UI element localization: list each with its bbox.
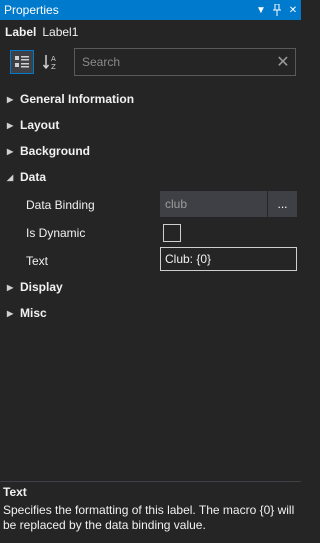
dropdown-arrow-icon[interactable]: ▼ bbox=[253, 1, 269, 19]
properties-titlebar: Properties ▼ ✕ bbox=[0, 0, 301, 20]
expand-arrow-icon[interactable]: ▶ bbox=[7, 95, 20, 104]
text-value-input[interactable]: Club: {0} bbox=[160, 247, 297, 271]
category-label: Display bbox=[20, 280, 63, 294]
category-display[interactable]: ▶ Display bbox=[0, 274, 301, 300]
close-icon[interactable]: ✕ bbox=[285, 1, 301, 19]
description-pane: Text Specifies the formatting of this la… bbox=[0, 481, 301, 543]
property-is-dynamic: Is Dynamic bbox=[0, 218, 301, 246]
category-label: Misc bbox=[20, 306, 47, 320]
sort-alphabetical-icon: A Z bbox=[42, 55, 56, 71]
category-data[interactable]: ◢ Data bbox=[0, 164, 301, 190]
expand-arrow-icon[interactable]: ▶ bbox=[7, 147, 20, 156]
alphabetical-view-button[interactable]: A Z bbox=[39, 50, 63, 74]
expand-arrow-icon[interactable]: ▶ bbox=[7, 309, 20, 318]
category-general-information[interactable]: ▶ General Information bbox=[0, 86, 301, 112]
data-binding-value: club bbox=[165, 197, 188, 211]
property-name: Text bbox=[26, 254, 49, 268]
search-input[interactable]: Search bbox=[75, 55, 271, 69]
property-data-binding: Data Binding club ... bbox=[0, 190, 301, 218]
category-layout[interactable]: ▶ Layout bbox=[0, 112, 301, 138]
data-binding-browse-button[interactable]: ... bbox=[267, 191, 297, 217]
object-name: Label1 bbox=[42, 25, 79, 39]
properties-toolbar: A Z Search ✕ bbox=[0, 44, 301, 78]
categorized-view-button[interactable] bbox=[10, 50, 34, 74]
category-misc[interactable]: ▶ Misc bbox=[0, 300, 301, 326]
property-name: Data Binding bbox=[26, 198, 95, 212]
category-label: Background bbox=[20, 144, 91, 158]
category-label: Data bbox=[20, 170, 47, 184]
property-grid: ▶ General Information ▶ Layout ▶ Backgro… bbox=[0, 86, 301, 326]
search-box[interactable]: Search ✕ bbox=[74, 48, 296, 76]
property-text: Text Club: {0} bbox=[0, 246, 301, 274]
category-label: General Information bbox=[20, 92, 135, 106]
categorized-view-icon bbox=[15, 56, 29, 68]
selected-object-row: Label Label1 bbox=[0, 20, 301, 44]
panel-title: Properties bbox=[4, 3, 59, 17]
object-type: Label bbox=[5, 25, 37, 39]
pin-icon[interactable] bbox=[269, 1, 285, 19]
expand-arrow-icon[interactable]: ▶ bbox=[7, 121, 20, 130]
svg-text:A: A bbox=[51, 55, 56, 63]
description-title: Text bbox=[3, 485, 27, 499]
category-label: Layout bbox=[20, 118, 60, 132]
description-text: Specifies the formatting of this label. … bbox=[3, 503, 295, 532]
is-dynamic-checkbox[interactable] bbox=[163, 224, 181, 242]
category-background[interactable]: ▶ Background bbox=[0, 138, 301, 164]
collapse-arrow-icon[interactable]: ◢ bbox=[7, 173, 20, 182]
svg-text:Z: Z bbox=[51, 63, 56, 71]
expand-arrow-icon[interactable]: ▶ bbox=[7, 283, 20, 292]
clear-search-icon[interactable]: ✕ bbox=[271, 52, 295, 72]
property-name: Is Dynamic bbox=[26, 226, 86, 240]
